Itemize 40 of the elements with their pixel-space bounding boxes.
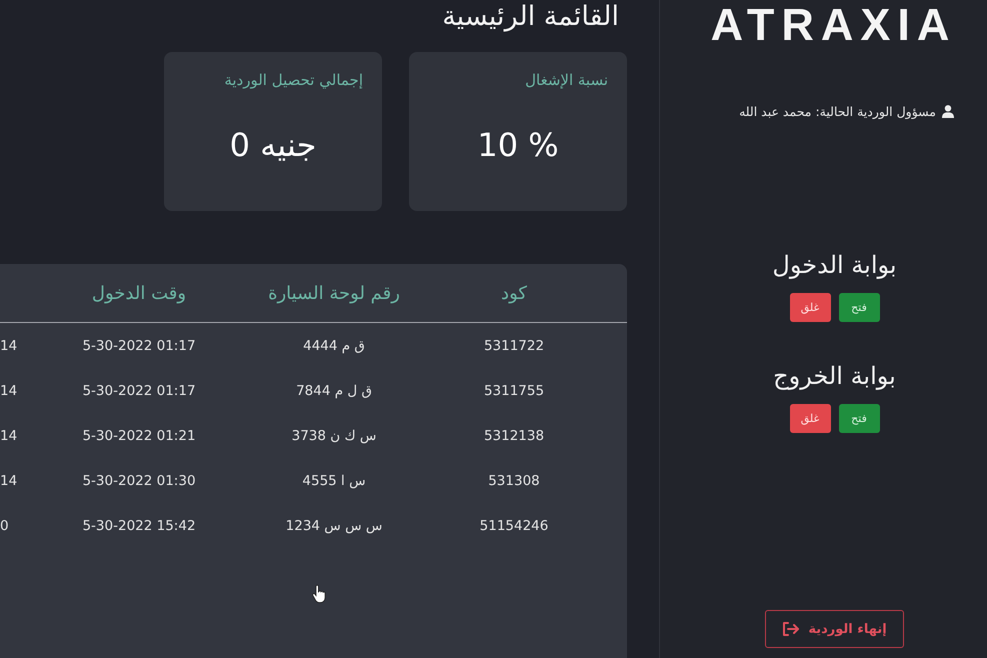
table-cell: 5-30-2022 01:17 (82, 338, 196, 354)
table-cell: 5-30-2022 01:21 (82, 428, 196, 444)
end-shift-button[interactable]: إنهاء الوردية (765, 610, 904, 648)
logo-text: ATRAXIA (710, 2, 956, 47)
table-cell: 14 (0, 382, 18, 398)
table-cell: 14 (0, 472, 18, 488)
close-button[interactable]: غلق (790, 293, 831, 322)
table-cell: 5-30-2022 01:17 (82, 382, 196, 398)
table-cell: 5311722 (484, 338, 544, 354)
table-cell: 5-30-2022 15:42 (82, 518, 196, 534)
open-button[interactable]: فتح (838, 293, 880, 322)
sign-out-icon (782, 622, 800, 636)
column-header: كود (501, 282, 527, 304)
table-cell: 5311755 (484, 382, 544, 398)
table-cell: س ا 4555 (302, 472, 366, 488)
shift-supervisor-text: مسؤول الوردية الحالية: محمد عبد الله (739, 104, 936, 119)
table-cell: 5312138 (484, 428, 544, 444)
table-cell: 5-30-2022 01:30 (82, 472, 196, 488)
stat-value: 10 % (476, 126, 560, 164)
user-icon (942, 105, 954, 118)
stat-label: إجمالي تحصيل الوردية (223, 70, 363, 90)
gate-title: بوابة الدخول (772, 250, 897, 281)
table-cell: ق م 4444 (303, 338, 365, 354)
table-cell: 14 (0, 338, 18, 354)
table-cell: 531308 (488, 472, 540, 488)
table-cell: س ك ن 3738 (292, 428, 376, 444)
stat-label: نسبة الإشغال (524, 70, 608, 90)
close-button[interactable]: غلق (790, 404, 830, 433)
table-cell: 0 (0, 518, 9, 534)
table-cell: س س س 1234 (286, 518, 382, 534)
column-header: وقت الدخول (92, 282, 186, 304)
table-cell: 14 (0, 428, 18, 444)
gate-title: بوابة الخروج (773, 361, 896, 392)
open-button[interactable]: فتح (838, 404, 880, 433)
page-title: القائمة الرئيسية (441, 0, 620, 34)
hand-cursor-icon (312, 585, 326, 603)
table-cell: 51154246 (480, 518, 548, 534)
stat-value: 0 جنيه (228, 126, 318, 164)
table-cell: ق ل م 7844 (296, 382, 372, 398)
column-header: رقم لوحة السيارة (268, 282, 400, 304)
